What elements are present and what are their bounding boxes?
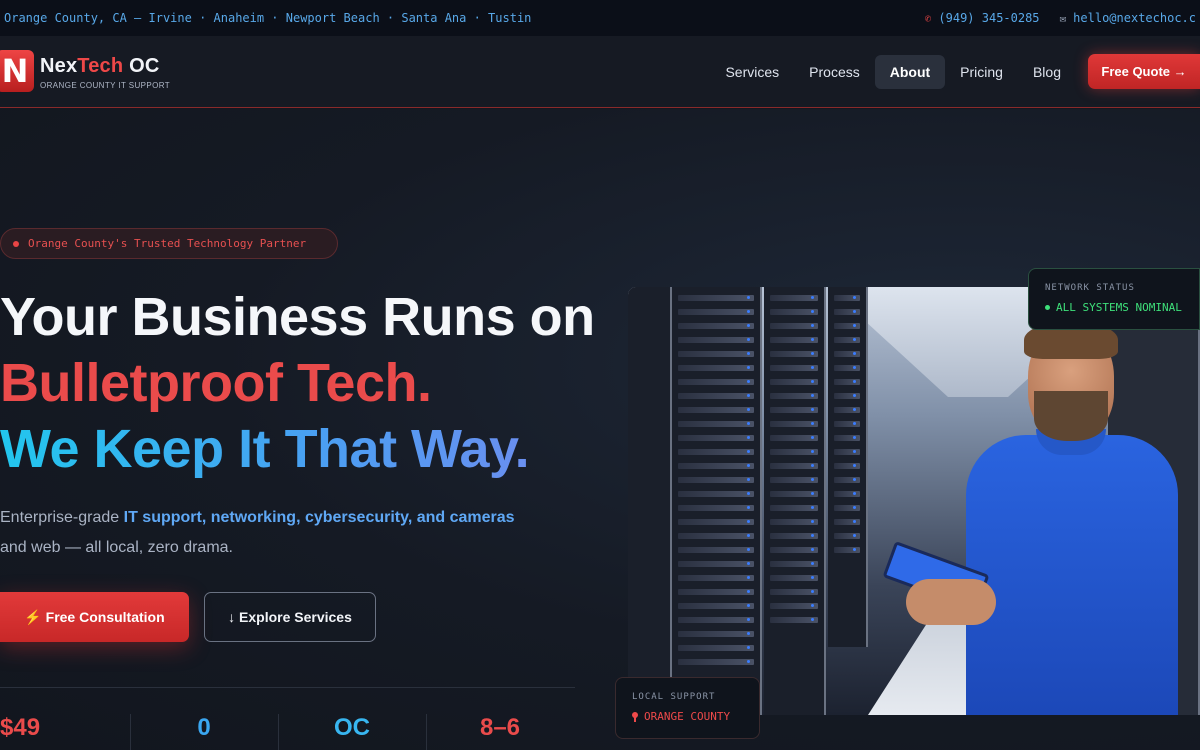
nav-menu: Services Process About Pricing Blog Free… xyxy=(710,54,1200,89)
local-support-value: ORANGE COUNTY xyxy=(632,710,759,723)
explore-services-button[interactable]: ↓ Explore Services xyxy=(204,592,376,642)
network-status-label: NETWORK STATUS xyxy=(1045,283,1135,293)
mail-icon: ✉ xyxy=(1059,11,1067,25)
stats-row: $49 0 OC 8–6 xyxy=(0,714,580,750)
brand-name: NexTech OC xyxy=(40,55,170,78)
free-quote-button[interactable]: Free Quote → xyxy=(1088,54,1200,89)
local-support-text: ORANGE COUNTY xyxy=(644,710,731,723)
map-pin-icon xyxy=(632,711,638,722)
server-rack xyxy=(764,287,826,715)
brand-tagline: ORANGE COUNTY IT SUPPORT xyxy=(40,81,171,90)
lede-start: Enterprise-grade xyxy=(0,509,124,526)
lede-end: and web — all local, zero drama. xyxy=(0,539,233,556)
brand-name-nex: Nex xyxy=(40,55,78,77)
hero-description: Enterprise-grade IT support, networking,… xyxy=(0,503,520,563)
free-consultation-button[interactable]: ⚡ Free Consultation xyxy=(0,592,189,642)
server-rack xyxy=(672,287,762,715)
service-area-text: Orange County, CA — Irvine · Anaheim · N… xyxy=(4,11,532,25)
network-status-text: ALL SYSTEMS NOMINAL xyxy=(1056,301,1182,314)
server-rack xyxy=(628,287,672,715)
stat-hours: 8–6 xyxy=(426,714,574,750)
nav-item-about[interactable]: About xyxy=(874,54,946,89)
network-status-value: ALL SYSTEMS NOMINAL xyxy=(1045,301,1199,314)
main-navigation: N NexTech OC ORANGE COUNTY IT SUPPORT Se… xyxy=(0,36,1200,108)
server-rack xyxy=(828,287,868,647)
stat-price: $49 xyxy=(0,714,41,741)
contact-group: ✆ (949) 345-0285 ✉ hello@nextechoc.c xyxy=(925,11,1196,25)
nav-item-process[interactable]: Process xyxy=(794,55,875,89)
logo-icon[interactable]: N xyxy=(0,50,34,92)
brand-name-oc: OC xyxy=(129,55,160,77)
local-support-badge: LOCAL SUPPORT ORANGE COUNTY xyxy=(615,677,760,739)
technician-person xyxy=(882,317,1178,715)
logo-mark-letter: N xyxy=(1,52,29,90)
brand-name-tech: Tech xyxy=(77,55,124,77)
email-link[interactable]: ✉ hello@nextechoc.c xyxy=(1060,11,1196,25)
phone-icon: ✆ xyxy=(924,11,932,25)
hero-photo-technician xyxy=(628,287,1200,715)
stats-divider xyxy=(0,687,575,688)
logo-text[interactable]: NexTech OC ORANGE COUNTY IT SUPPORT xyxy=(40,55,170,90)
status-dot-icon xyxy=(1045,305,1050,310)
stat-zero: 0 xyxy=(130,714,278,750)
stat-oc: OC xyxy=(278,714,426,750)
hero-headline-line1: Your Business Runs on xyxy=(0,287,595,347)
hero-headline-line2: Bulletproof Tech. xyxy=(0,353,432,413)
phone-number: (949) 345-0285 xyxy=(938,11,1040,25)
local-support-label: LOCAL SUPPORT xyxy=(632,692,716,702)
network-status-badge: NETWORK STATUS ALL SYSTEMS NOMINAL xyxy=(1028,268,1200,330)
phone-link[interactable]: ✆ (949) 345-0285 xyxy=(925,11,1040,25)
hero-headline-line3: We Keep It That Way. xyxy=(0,416,530,482)
nav-item-blog[interactable]: Blog xyxy=(1018,55,1076,89)
pill-dot-icon xyxy=(13,240,19,247)
trust-pill: Orange County's Trusted Technology Partn… xyxy=(0,228,338,259)
trust-pill-text: Orange County's Trusted Technology Partn… xyxy=(28,237,307,250)
nav-item-pricing[interactable]: Pricing xyxy=(945,55,1018,89)
email-address: hello@nextechoc.c xyxy=(1073,11,1196,25)
top-info-bar: Orange County, CA — Irvine · Anaheim · N… xyxy=(0,0,1200,36)
nav-item-services[interactable]: Services xyxy=(710,55,794,89)
lede-highlight: IT support, networking, cybersecurity, a… xyxy=(123,509,515,526)
